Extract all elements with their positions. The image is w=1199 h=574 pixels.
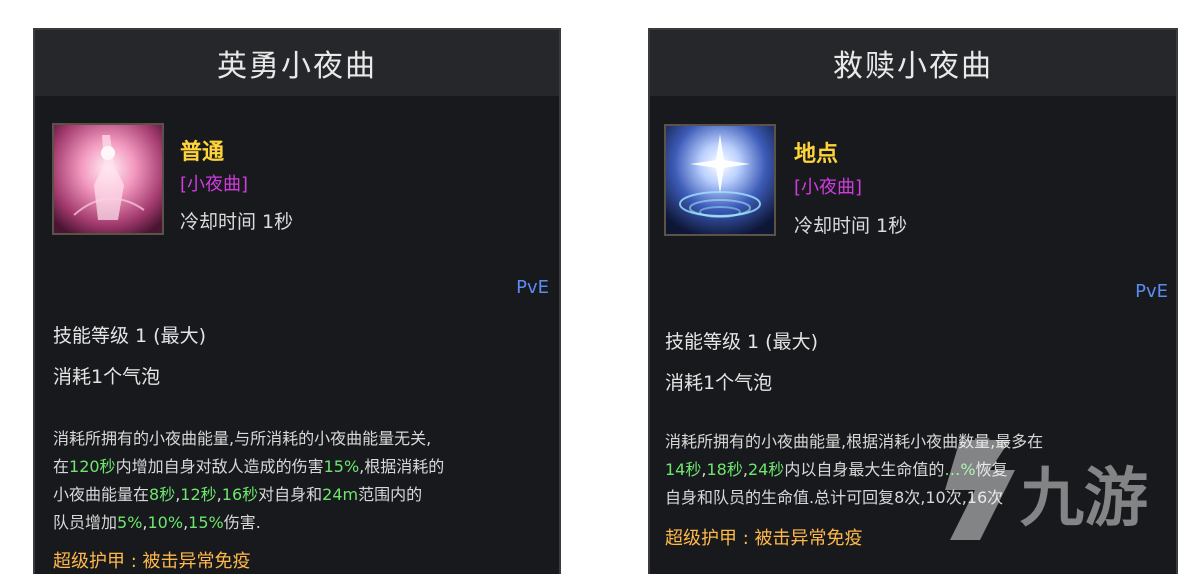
skill-tooltip-left: 英勇小夜曲 普通 [小夜曲] 冷却时间 1秒 PvE 技能等级 1 (最大) 消… <box>33 28 561 574</box>
skill-cost: 消耗1个气泡 <box>665 372 773 394</box>
skill-cost: 消耗1个气泡 <box>53 366 161 388</box>
skill-type: 地点 <box>794 142 839 167</box>
svg-text:九游: 九游 <box>1020 462 1148 536</box>
skill-category-tag: [小夜曲] <box>794 177 863 198</box>
desc-line: 小夜曲能量在8秒,12秒,16秒对自身和24m范围内的 <box>53 485 423 504</box>
desc-line: 消耗所拥有的小夜曲能量,与所消耗的小夜曲能量无关, <box>53 429 432 448</box>
skill-cooldown: 冷却时间 1秒 <box>180 211 294 233</box>
super-armor-note: 超级护甲 : 被击异常免疫 <box>665 528 863 549</box>
desc-line: 队员增加5%,10%,15%伤害. <box>53 513 261 532</box>
mode-badge: PvE <box>516 277 549 298</box>
super-armor-note: 超级护甲 : 被击异常免疫 <box>53 551 251 572</box>
desc-line: 在120秒内增加自身对敌人造成的伤害15%,根据消耗的 <box>53 457 445 476</box>
skill-icon-redemption-serenade <box>664 124 776 236</box>
skill-level: 技能等级 1 (最大) <box>665 331 818 353</box>
watermark-logo: 九游 <box>920 430 1170 550</box>
skill-level: 技能等级 1 (最大) <box>53 325 206 347</box>
skill-icon-heroic-serenade <box>52 123 164 235</box>
mode-badge: PvE <box>1135 281 1168 302</box>
skill-title: 救赎小夜曲 <box>650 30 1176 96</box>
skill-title: 英勇小夜曲 <box>35 30 559 96</box>
skill-description: 消耗所拥有的小夜曲能量,与所消耗的小夜曲能量无关, 在120秒内增加自身对敌人造… <box>53 425 444 537</box>
skill-type: 普通 <box>180 140 225 165</box>
skill-cooldown: 冷却时间 1秒 <box>794 215 908 237</box>
skill-category-tag: [小夜曲] <box>180 174 249 195</box>
